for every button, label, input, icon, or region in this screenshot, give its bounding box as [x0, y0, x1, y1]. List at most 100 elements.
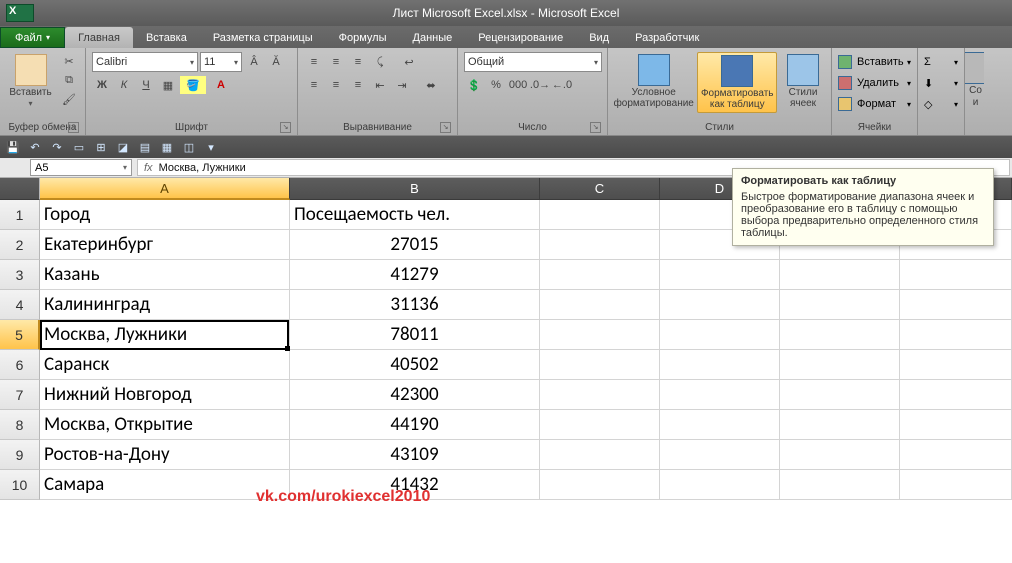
cell[interactable]: Москва, Открытие [40, 410, 290, 440]
align-top-button[interactable]: ≡ [304, 53, 324, 71]
copy-button[interactable]: ⧉ [59, 71, 79, 89]
fill-color-button[interactable]: 🪣 [180, 76, 206, 94]
currency-button[interactable]: 💲 [464, 76, 484, 94]
tab-formulas[interactable]: Формулы [326, 27, 400, 48]
tab-home[interactable]: Главная [65, 27, 133, 48]
dialog-launcher-icon[interactable]: ↘ [280, 122, 291, 133]
cell[interactable] [660, 470, 780, 500]
align-right-button[interactable]: ≡ [348, 76, 368, 94]
cell[interactable] [660, 260, 780, 290]
tab-view[interactable]: Вид [576, 27, 622, 48]
tab-insert[interactable]: Вставка [133, 27, 200, 48]
borders-button[interactable]: ▦ [158, 76, 178, 94]
cell[interactable]: Калининград [40, 290, 290, 320]
cell[interactable] [900, 350, 1012, 380]
tab-data[interactable]: Данные [400, 27, 466, 48]
cell[interactable] [540, 230, 660, 260]
merge-center-button[interactable]: ⬌ [414, 76, 448, 94]
clear-button[interactable]: ◇ ▾ [924, 94, 958, 114]
cell[interactable] [780, 290, 900, 320]
comma-style-button[interactable]: 000 [508, 76, 528, 94]
qat-button-3[interactable]: ◪ [114, 139, 132, 155]
cell[interactable] [780, 440, 900, 470]
cell[interactable] [900, 380, 1012, 410]
cell[interactable] [540, 320, 660, 350]
cell[interactable]: 27015 [290, 230, 540, 260]
redo-button[interactable]: ↷ [48, 139, 66, 155]
cut-button[interactable]: ✂ [59, 52, 79, 70]
cell[interactable]: Посещаемость чел. [290, 200, 540, 230]
row-header[interactable]: 9 [0, 440, 40, 470]
cell[interactable] [780, 350, 900, 380]
underline-button[interactable]: Ч [136, 76, 156, 94]
tab-review[interactable]: Рецензирование [465, 27, 576, 48]
cell[interactable]: Город [40, 200, 290, 230]
cell[interactable] [540, 260, 660, 290]
qat-button-5[interactable]: ▦ [158, 139, 176, 155]
qat-button-2[interactable]: ⊞ [92, 139, 110, 155]
cell[interactable] [660, 290, 780, 320]
cell[interactable]: 40502 [290, 350, 540, 380]
row-header[interactable]: 4 [0, 290, 40, 320]
qat-button-4[interactable]: ▤ [136, 139, 154, 155]
increase-decimal-button[interactable]: .0→ [530, 76, 550, 94]
cell[interactable] [780, 470, 900, 500]
cell[interactable] [780, 410, 900, 440]
cell[interactable] [540, 470, 660, 500]
tab-developer[interactable]: Разработчик [622, 27, 712, 48]
percent-button[interactable]: % [486, 76, 506, 94]
cell[interactable]: 78011 [290, 320, 540, 350]
qat-button-6[interactable]: ◫ [180, 139, 198, 155]
cell-styles-button[interactable]: Стили ячеек [781, 52, 825, 111]
font-color-button[interactable]: A [208, 76, 234, 94]
format-as-table-button[interactable]: Форматировать как таблицу [697, 52, 777, 113]
align-middle-button[interactable]: ≡ [326, 53, 346, 71]
decrease-indent-button[interactable]: ⇤ [370, 76, 390, 94]
cell[interactable] [900, 260, 1012, 290]
font-size-combo[interactable]: 11▾ [200, 52, 242, 72]
cell[interactable] [660, 350, 780, 380]
paste-button[interactable]: Вставить ▾ [6, 52, 55, 110]
column-header-B[interactable]: B [290, 178, 540, 200]
tab-file[interactable]: Файл▾ [0, 27, 65, 48]
align-left-button[interactable]: ≡ [304, 76, 324, 94]
cell[interactable]: Нижний Новгород [40, 380, 290, 410]
align-center-button[interactable]: ≡ [326, 76, 346, 94]
row-header[interactable]: 1 [0, 200, 40, 230]
bold-button[interactable]: Ж [92, 76, 112, 94]
row-header[interactable]: 10 [0, 470, 40, 500]
shrink-font-button[interactable]: Ă [266, 53, 286, 71]
tab-page-layout[interactable]: Разметка страницы [200, 27, 326, 48]
decrease-decimal-button[interactable]: ←.0 [552, 76, 572, 94]
cell[interactable] [900, 290, 1012, 320]
cell[interactable]: Екатеринбург [40, 230, 290, 260]
cell[interactable] [540, 290, 660, 320]
font-name-combo[interactable]: Calibri▾ [92, 52, 198, 72]
cell[interactable] [540, 200, 660, 230]
cell[interactable]: Ростов-на-Дону [40, 440, 290, 470]
wrap-text-button[interactable]: ↩ [392, 53, 426, 71]
dialog-launcher-icon[interactable]: ↘ [440, 122, 451, 133]
align-bottom-button[interactable]: ≡ [348, 53, 368, 71]
cell[interactable]: 43109 [290, 440, 540, 470]
grow-font-button[interactable]: Â [244, 53, 264, 71]
fill-button[interactable]: ⬇ ▾ [924, 73, 958, 93]
select-all-button[interactable] [0, 178, 40, 200]
cell[interactable]: 31136 [290, 290, 540, 320]
cell[interactable] [900, 440, 1012, 470]
cell[interactable] [540, 440, 660, 470]
cell[interactable]: Казань [40, 260, 290, 290]
insert-cells-button[interactable]: Вставить▾ [838, 52, 911, 72]
row-header[interactable]: 2 [0, 230, 40, 260]
column-header-A[interactable]: A [40, 178, 290, 200]
qat-customize[interactable]: ▾ [202, 139, 220, 155]
cell[interactable]: 42300 [290, 380, 540, 410]
orientation-button[interactable]: ⤹ [370, 53, 390, 71]
cell[interactable]: 41279 [290, 260, 540, 290]
row-header[interactable]: 6 [0, 350, 40, 380]
row-header[interactable]: 8 [0, 410, 40, 440]
format-painter-button[interactable]: 🖌 [59, 90, 79, 108]
conditional-formatting-button[interactable]: Условное форматирование [614, 52, 693, 111]
cell[interactable] [660, 380, 780, 410]
cell[interactable] [900, 470, 1012, 500]
